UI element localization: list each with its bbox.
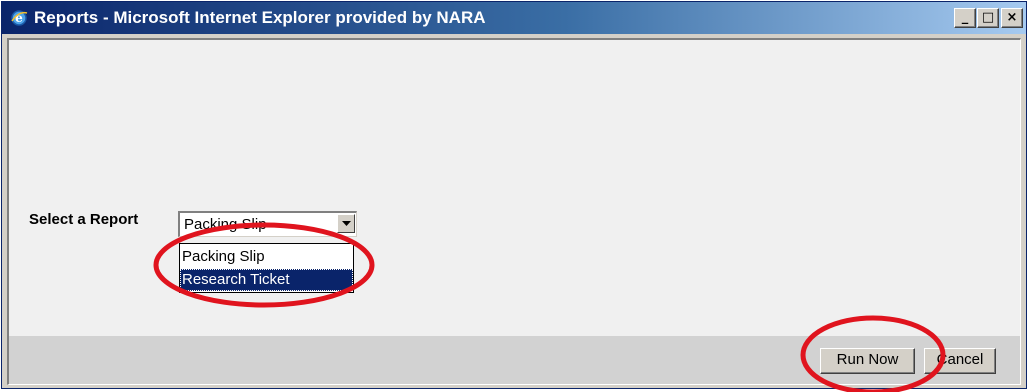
report-select[interactable]: Packing Slip [178,211,357,237]
option-packing-slip[interactable]: Packing Slip [180,246,353,268]
option-research-ticket[interactable]: Research Ticket [180,269,353,291]
select-report-label: Select a Report [29,211,139,228]
dropdown-arrow-button[interactable] [337,214,355,233]
report-dropdown-list: Packing Slip Research Ticket [179,243,354,293]
button-bar: Run Now Cancel [9,336,1020,384]
cancel-button[interactable]: Cancel [924,348,996,374]
internet-explorer-icon: e [10,9,28,27]
window-title: Reports - Microsoft Internet Explorer pr… [34,8,486,27]
content-area: Select a Report Packing Slip Packing Sli… [7,38,1021,385]
report-window: e Reports - Microsoft Internet Explorer … [1,1,1027,389]
close-button[interactable]: × [1001,8,1023,28]
maximize-button[interactable]: □ [977,8,999,28]
report-select-value: Packing Slip [184,216,267,233]
minimize-button[interactable]: _ [954,8,976,28]
chevron-down-icon [342,221,351,226]
title-bar[interactable]: e Reports - Microsoft Internet Explorer … [2,2,1026,34]
run-now-button[interactable]: Run Now [820,348,915,374]
